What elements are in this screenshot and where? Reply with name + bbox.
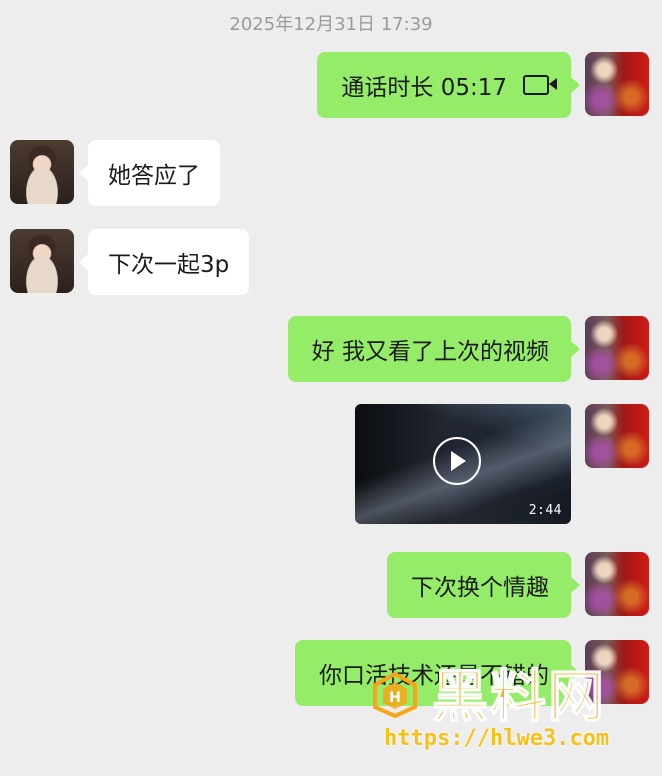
call-duration-text: 通话时长 05:17 [341,75,507,101]
play-icon[interactable] [433,437,481,485]
watermark-title: 黑料网 [431,664,606,731]
avatar-me[interactable] [585,404,649,468]
message-bubble-contact[interactable]: 下次一起3p [78,229,250,295]
avatar-contact[interactable] [10,140,74,204]
watermark-url: https://hlwe3.com [384,726,610,751]
avatar-contact[interactable] [10,229,74,293]
watermark-logo-icon: H [373,672,417,718]
avatar-me[interactable] [585,52,649,116]
video-call-bubble[interactable]: 通话时长 05:17 [317,52,580,118]
message-text: 好 我又看了上次的视频 [311,339,549,365]
message-text: 她答应了 [108,163,200,189]
message-bubble-contact[interactable]: 她答应了 [79,140,220,206]
video-message[interactable]: 2:44 [355,404,571,524]
svg-text:H: H [389,690,401,706]
video-call-icon [523,75,557,95]
timestamp: 2025年12月31日 17:39 [229,14,433,35]
message-text: 下次一起3p [108,252,230,278]
video-duration: 2:44 [528,503,562,518]
message-text: 下次换个情趣 [411,575,549,601]
message-bubble-me[interactable]: 下次换个情趣 [387,552,580,618]
message-bubble-me[interactable]: 好 我又看了上次的视频 [287,316,581,382]
avatar-me[interactable] [585,316,649,380]
avatar-me[interactable] [585,552,649,616]
